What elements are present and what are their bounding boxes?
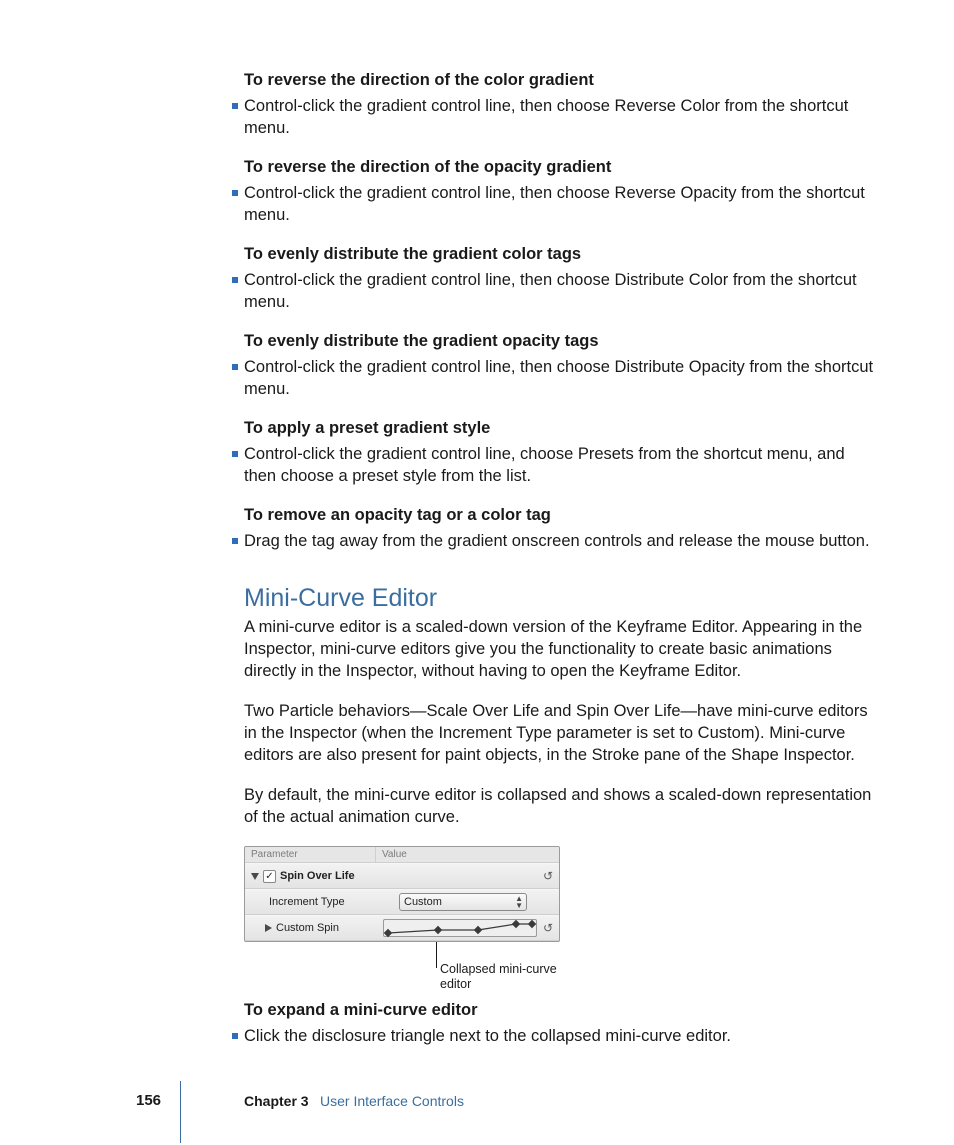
instruction-heading: To apply a preset gradient style bbox=[244, 418, 880, 439]
row-value: ↺ bbox=[377, 919, 559, 937]
instruction-section: To reverse the direction of the color gr… bbox=[244, 70, 880, 139]
bullet-item: Click the disclosure triangle next to th… bbox=[232, 1025, 880, 1047]
inspector-row-custom-spin: Custom Spin ↺ bbox=[245, 915, 559, 941]
inspector-panel: Parameter Value ✓ Spin Over Life ↺ Incre… bbox=[244, 846, 560, 942]
row-label: Custom Spin bbox=[245, 922, 377, 934]
page-number: 156 bbox=[136, 1092, 161, 1109]
instruction-heading: To evenly distribute the gradient opacit… bbox=[244, 331, 880, 352]
instruction-section: To apply a preset gradient style Control… bbox=[244, 418, 880, 487]
bullet-item: Drag the tag away from the gradient onsc… bbox=[232, 530, 880, 552]
instruction-heading: To reverse the direction of the opacity … bbox=[244, 157, 880, 178]
header-parameter: Parameter bbox=[245, 847, 376, 862]
bullet-square-icon bbox=[232, 190, 238, 196]
disclosure-triangle-down-icon[interactable] bbox=[251, 873, 259, 880]
reset-icon[interactable]: ↺ bbox=[543, 921, 553, 935]
page-footer: 156 Chapter 3 User Interface Controls bbox=[0, 1085, 954, 1109]
disclosure-triangle-right-icon[interactable] bbox=[265, 924, 272, 932]
popup-value: Custom bbox=[404, 896, 442, 908]
row-value: Custom ▲▼ bbox=[393, 893, 559, 911]
page-content: To reverse the direction of the color gr… bbox=[244, 70, 880, 1047]
footer-rule bbox=[180, 1081, 181, 1143]
bullet-item: Control-click the gradient control line,… bbox=[232, 269, 880, 313]
bullet-item: Control-click the gradient control line,… bbox=[232, 95, 880, 139]
inspector-row-increment-type: Increment Type Custom ▲▼ bbox=[245, 889, 559, 915]
header-value: Value bbox=[376, 847, 559, 862]
callout-line bbox=[436, 942, 437, 968]
section-title: Mini-Curve Editor bbox=[244, 584, 880, 612]
row-value: ↺ bbox=[375, 869, 559, 883]
bullet-item: Control-click the gradient control line,… bbox=[232, 443, 880, 487]
bullet-text: Control-click the gradient control line,… bbox=[244, 182, 880, 226]
inspector-header: Parameter Value bbox=[245, 847, 559, 863]
bullet-square-icon bbox=[232, 451, 238, 457]
bullet-text: Control-click the gradient control line,… bbox=[244, 95, 880, 139]
instruction-heading: To remove an opacity tag or a color tag bbox=[244, 505, 880, 526]
figure-callout: Collapsed mini-curve editor bbox=[244, 942, 558, 988]
increment-type-popup[interactable]: Custom ▲▼ bbox=[399, 893, 527, 911]
instruction-section: To expand a mini-curve editor Click the … bbox=[244, 1000, 880, 1047]
check-icon: ✓ bbox=[265, 871, 273, 882]
bullet-square-icon bbox=[232, 103, 238, 109]
instruction-section: To reverse the direction of the opacity … bbox=[244, 157, 880, 226]
row-label: ✓ Spin Over Life bbox=[245, 870, 375, 883]
bullet-text: Click the disclosure triangle next to th… bbox=[244, 1025, 880, 1047]
bullet-item: Control-click the gradient control line,… bbox=[232, 182, 880, 226]
instruction-heading: To evenly distribute the gradient color … bbox=[244, 244, 880, 265]
bullet-square-icon bbox=[232, 364, 238, 370]
instruction-section: To evenly distribute the gradient opacit… bbox=[244, 331, 880, 400]
bullet-square-icon bbox=[232, 538, 238, 544]
bullet-square-icon bbox=[232, 1033, 238, 1039]
mini-curve-editor[interactable] bbox=[383, 919, 537, 937]
row-label: Increment Type bbox=[245, 896, 393, 908]
instruction-section: To evenly distribute the gradient color … bbox=[244, 244, 880, 313]
body-paragraph: Two Particle behaviors—Scale Over Life a… bbox=[244, 700, 880, 766]
instruction-section: To remove an opacity tag or a color tag … bbox=[244, 505, 880, 552]
body-paragraph: A mini-curve editor is a scaled-down ver… bbox=[244, 616, 880, 682]
inspector-figure: Parameter Value ✓ Spin Over Life ↺ Incre… bbox=[244, 846, 880, 988]
document-page: To reverse the direction of the color gr… bbox=[0, 0, 954, 1145]
bullet-square-icon bbox=[232, 277, 238, 283]
body-paragraph: By default, the mini-curve editor is col… bbox=[244, 784, 880, 828]
instruction-heading: To reverse the direction of the color gr… bbox=[244, 70, 880, 91]
bullet-text: Control-click the gradient control line,… bbox=[244, 269, 880, 313]
inspector-row-spin-over-life: ✓ Spin Over Life ↺ bbox=[245, 863, 559, 889]
checkbox[interactable]: ✓ bbox=[263, 870, 276, 883]
callout-label: Collapsed mini-curve editor bbox=[440, 962, 570, 992]
chapter-title: User Interface Controls bbox=[320, 1093, 464, 1109]
bullet-text: Drag the tag away from the gradient onsc… bbox=[244, 530, 880, 552]
reset-icon[interactable]: ↺ bbox=[543, 869, 553, 883]
popup-arrows-icon: ▲▼ bbox=[515, 895, 523, 909]
instruction-heading: To expand a mini-curve editor bbox=[244, 1000, 880, 1021]
row-title: Custom Spin bbox=[276, 922, 339, 934]
row-title: Spin Over Life bbox=[280, 870, 355, 882]
bullet-text: Control-click the gradient control line,… bbox=[244, 443, 880, 487]
bullet-text: Control-click the gradient control line,… bbox=[244, 356, 880, 400]
bullet-item: Control-click the gradient control line,… bbox=[232, 356, 880, 400]
chapter-label: Chapter 3 bbox=[244, 1093, 309, 1109]
